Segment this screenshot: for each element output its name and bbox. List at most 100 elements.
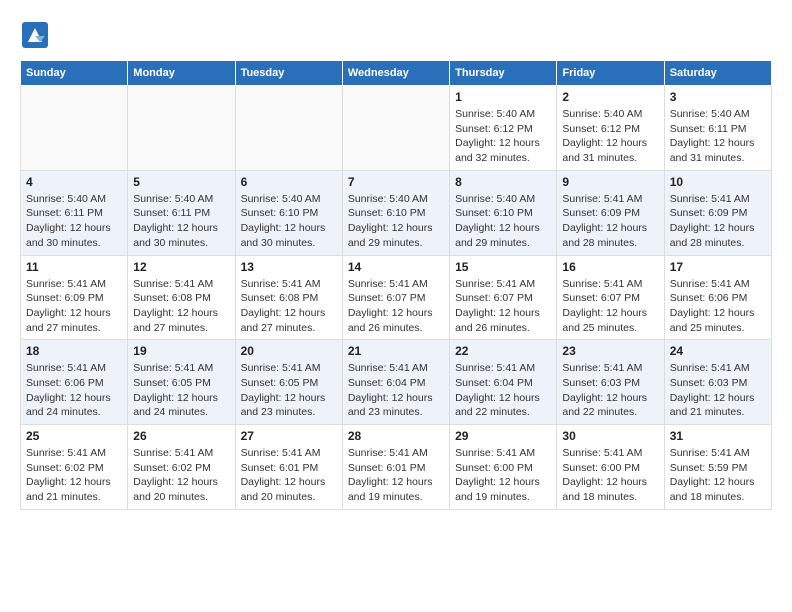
cell-text: Sunrise: 5:41 AM Sunset: 6:07 PM Dayligh…: [455, 277, 551, 336]
cell-text: Sunrise: 5:41 AM Sunset: 6:00 PM Dayligh…: [562, 446, 658, 505]
day-number: 21: [348, 344, 444, 358]
cell-text: Sunrise: 5:41 AM Sunset: 6:02 PM Dayligh…: [133, 446, 229, 505]
calendar-header-row: SundayMondayTuesdayWednesdayThursdayFrid…: [21, 61, 772, 86]
day-number: 19: [133, 344, 229, 358]
day-header-tuesday: Tuesday: [235, 61, 342, 86]
calendar-cell-6: 6 Sunrise: 5:40 AM Sunset: 6:10 PM Daylig…: [235, 170, 342, 255]
calendar-cell-20: 20 Sunrise: 5:41 AM Sunset: 6:05 PM Dayli…: [235, 340, 342, 425]
cell-text: Sunrise: 5:40 AM Sunset: 6:12 PM Dayligh…: [562, 107, 658, 166]
day-number: 1: [455, 90, 551, 104]
cell-text: Sunrise: 5:40 AM Sunset: 6:10 PM Dayligh…: [455, 192, 551, 251]
calendar-cell-13: 13 Sunrise: 5:41 AM Sunset: 6:08 PM Dayli…: [235, 255, 342, 340]
day-number: 25: [26, 429, 122, 443]
cell-text: Sunrise: 5:40 AM Sunset: 6:12 PM Dayligh…: [455, 107, 551, 166]
calendar-cell-27: 27 Sunrise: 5:41 AM Sunset: 6:01 PM Dayli…: [235, 425, 342, 510]
page-header: [20, 20, 772, 50]
calendar-cell-29: 29 Sunrise: 5:41 AM Sunset: 6:00 PM Dayli…: [450, 425, 557, 510]
cell-text: Sunrise: 5:41 AM Sunset: 6:05 PM Dayligh…: [241, 361, 337, 420]
calendar-body: 1 Sunrise: 5:40 AM Sunset: 6:12 PM Daylig…: [21, 86, 772, 510]
calendar-cell-empty: [342, 86, 449, 171]
calendar-week-row: 1 Sunrise: 5:40 AM Sunset: 6:12 PM Daylig…: [21, 86, 772, 171]
cell-text: Sunrise: 5:41 AM Sunset: 6:03 PM Dayligh…: [670, 361, 766, 420]
cell-text: Sunrise: 5:41 AM Sunset: 6:04 PM Dayligh…: [455, 361, 551, 420]
logo: [20, 20, 54, 50]
calendar-cell-22: 22 Sunrise: 5:41 AM Sunset: 6:04 PM Dayli…: [450, 340, 557, 425]
calendar-cell-3: 3Sunrise: 5:40 AM Sunset: 6:11 PM Daylig…: [664, 86, 771, 171]
day-number: 9: [562, 175, 658, 189]
calendar-cell-15: 15Sunrise: 5:41 AM Sunset: 6:07 PM Dayli…: [450, 255, 557, 340]
calendar-cell-4: 4 Sunrise: 5:40 AM Sunset: 6:11 PM Daylig…: [21, 170, 128, 255]
cell-text: Sunrise: 5:41 AM Sunset: 5:59 PM Dayligh…: [670, 446, 766, 505]
day-number: 13: [241, 260, 337, 274]
day-number: 5: [133, 175, 229, 189]
calendar-cell-10: 10Sunrise: 5:41 AM Sunset: 6:09 PM Dayli…: [664, 170, 771, 255]
day-number: 30: [562, 429, 658, 443]
cell-text: Sunrise: 5:41 AM Sunset: 6:07 PM Dayligh…: [348, 277, 444, 336]
calendar-cell-2: 2 Sunrise: 5:40 AM Sunset: 6:12 PM Daylig…: [557, 86, 664, 171]
logo-icon: [20, 20, 50, 50]
day-number: 24: [670, 344, 766, 358]
cell-text: Sunrise: 5:41 AM Sunset: 6:02 PM Dayligh…: [26, 446, 122, 505]
calendar-week-row: 25 Sunrise: 5:41 AM Sunset: 6:02 PM Dayli…: [21, 425, 772, 510]
day-number: 7: [348, 175, 444, 189]
day-number: 31: [670, 429, 766, 443]
day-header-monday: Monday: [128, 61, 235, 86]
day-header-friday: Friday: [557, 61, 664, 86]
cell-text: Sunrise: 5:41 AM Sunset: 6:03 PM Dayligh…: [562, 361, 658, 420]
cell-text: Sunrise: 5:40 AM Sunset: 6:11 PM Dayligh…: [670, 107, 766, 166]
calendar-cell-5: 5 Sunrise: 5:40 AM Sunset: 6:11 PM Daylig…: [128, 170, 235, 255]
calendar-cell-7: 7 Sunrise: 5:40 AM Sunset: 6:10 PM Daylig…: [342, 170, 449, 255]
day-number: 2: [562, 90, 658, 104]
day-header-thursday: Thursday: [450, 61, 557, 86]
calendar-cell-19: 19 Sunrise: 5:41 AM Sunset: 6:05 PM Dayli…: [128, 340, 235, 425]
calendar-cell-31: 31 Sunrise: 5:41 AM Sunset: 5:59 PM Dayli…: [664, 425, 771, 510]
cell-text: Sunrise: 5:40 AM Sunset: 6:11 PM Dayligh…: [133, 192, 229, 251]
day-number: 29: [455, 429, 551, 443]
day-number: 27: [241, 429, 337, 443]
cell-text: Sunrise: 5:41 AM Sunset: 6:07 PM Dayligh…: [562, 277, 658, 336]
day-number: 4: [26, 175, 122, 189]
cell-text: Sunrise: 5:41 AM Sunset: 6:09 PM Dayligh…: [562, 192, 658, 251]
day-number: 26: [133, 429, 229, 443]
calendar-cell-9: 9 Sunrise: 5:41 AM Sunset: 6:09 PM Daylig…: [557, 170, 664, 255]
cell-text: Sunrise: 5:41 AM Sunset: 6:00 PM Dayligh…: [455, 446, 551, 505]
calendar-cell-18: 18Sunrise: 5:41 AM Sunset: 6:06 PM Dayli…: [21, 340, 128, 425]
day-number: 14: [348, 260, 444, 274]
calendar-cell-1: 1 Sunrise: 5:40 AM Sunset: 6:12 PM Daylig…: [450, 86, 557, 171]
cell-text: Sunrise: 5:41 AM Sunset: 6:08 PM Dayligh…: [241, 277, 337, 336]
day-number: 12: [133, 260, 229, 274]
cell-text: Sunrise: 5:41 AM Sunset: 6:09 PM Dayligh…: [26, 277, 122, 336]
cell-text: Sunrise: 5:41 AM Sunset: 6:01 PM Dayligh…: [348, 446, 444, 505]
day-number: 22: [455, 344, 551, 358]
calendar-week-row: 18Sunrise: 5:41 AM Sunset: 6:06 PM Dayli…: [21, 340, 772, 425]
cell-text: Sunrise: 5:41 AM Sunset: 6:01 PM Dayligh…: [241, 446, 337, 505]
cell-text: Sunrise: 5:41 AM Sunset: 6:08 PM Dayligh…: [133, 277, 229, 336]
calendar-cell-empty: [235, 86, 342, 171]
day-number: 16: [562, 260, 658, 274]
cell-text: Sunrise: 5:41 AM Sunset: 6:09 PM Dayligh…: [670, 192, 766, 251]
day-number: 11: [26, 260, 122, 274]
calendar-cell-28: 28 Sunrise: 5:41 AM Sunset: 6:01 PM Dayli…: [342, 425, 449, 510]
day-number: 28: [348, 429, 444, 443]
cell-text: Sunrise: 5:41 AM Sunset: 6:05 PM Dayligh…: [133, 361, 229, 420]
cell-text: Sunrise: 5:41 AM Sunset: 6:04 PM Dayligh…: [348, 361, 444, 420]
calendar-cell-8: 8Sunrise: 5:40 AM Sunset: 6:10 PM Daylig…: [450, 170, 557, 255]
calendar-cell-12: 12 Sunrise: 5:41 AM Sunset: 6:08 PM Dayli…: [128, 255, 235, 340]
calendar-cell-empty: [128, 86, 235, 171]
cell-text: Sunrise: 5:40 AM Sunset: 6:11 PM Dayligh…: [26, 192, 122, 251]
cell-text: Sunrise: 5:40 AM Sunset: 6:10 PM Dayligh…: [241, 192, 337, 251]
calendar-cell-17: 17Sunrise: 5:41 AM Sunset: 6:06 PM Dayli…: [664, 255, 771, 340]
calendar-cell-21: 21 Sunrise: 5:41 AM Sunset: 6:04 PM Dayli…: [342, 340, 449, 425]
day-number: 20: [241, 344, 337, 358]
calendar-cell-empty: [21, 86, 128, 171]
day-header-saturday: Saturday: [664, 61, 771, 86]
calendar-week-row: 4 Sunrise: 5:40 AM Sunset: 6:11 PM Daylig…: [21, 170, 772, 255]
calendar-cell-14: 14 Sunrise: 5:41 AM Sunset: 6:07 PM Dayli…: [342, 255, 449, 340]
calendar-cell-23: 23 Sunrise: 5:41 AM Sunset: 6:03 PM Dayli…: [557, 340, 664, 425]
day-number: 6: [241, 175, 337, 189]
day-number: 23: [562, 344, 658, 358]
calendar-cell-11: 11 Sunrise: 5:41 AM Sunset: 6:09 PM Dayli…: [21, 255, 128, 340]
calendar-cell-24: 24 Sunrise: 5:41 AM Sunset: 6:03 PM Dayli…: [664, 340, 771, 425]
cell-text: Sunrise: 5:40 AM Sunset: 6:10 PM Dayligh…: [348, 192, 444, 251]
day-header-wednesday: Wednesday: [342, 61, 449, 86]
